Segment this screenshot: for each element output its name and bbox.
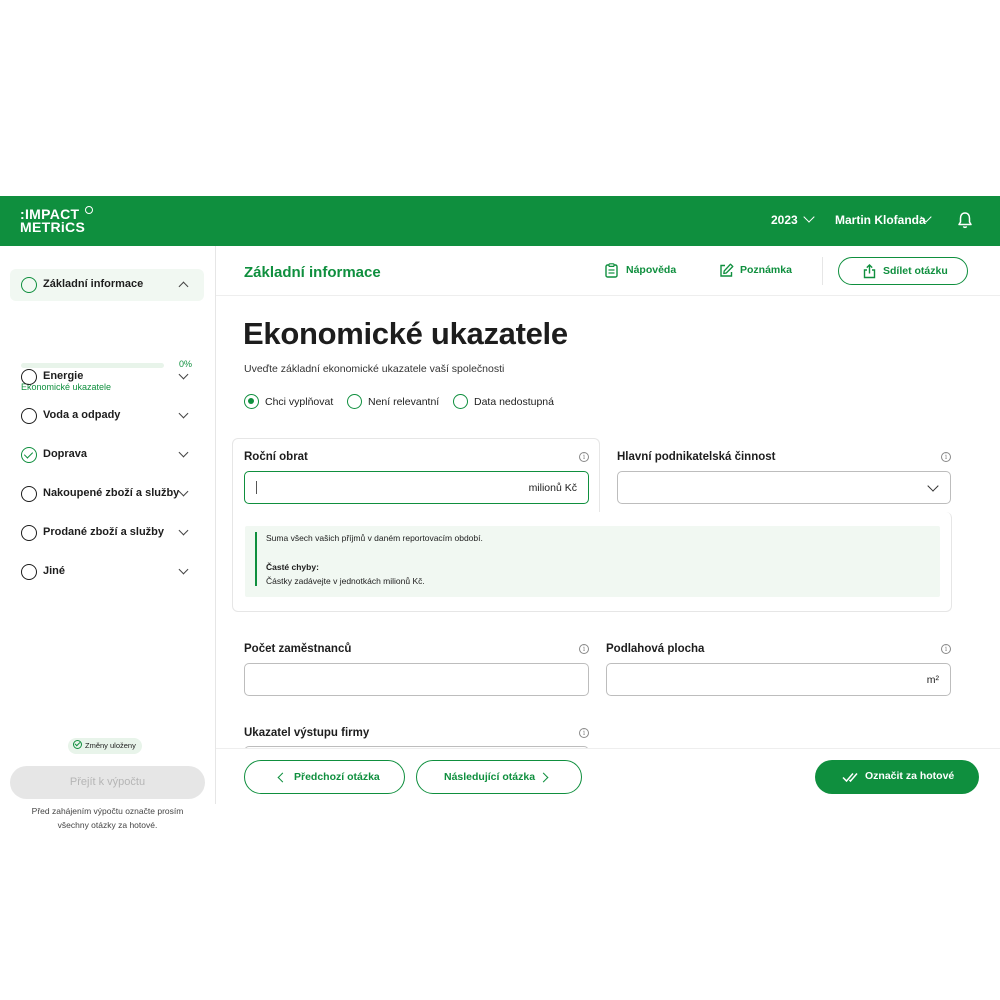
sidebar-item-label: Prodané zboží a služby — [43, 526, 165, 538]
next-label: Následující otázka — [444, 771, 536, 783]
radio-selected-icon — [244, 394, 259, 409]
revenue-unit: milionů Kč — [528, 482, 577, 494]
info-icon[interactable]: i — [941, 452, 951, 462]
chevron-left-icon — [277, 772, 288, 783]
radio-empty-icon — [347, 394, 362, 409]
chevron-down-icon[interactable] — [178, 369, 189, 380]
radio-label: Chci vyplňovat — [265, 396, 334, 408]
calculation-note-line-1: Před zahájením výpočtu označte prosím — [31, 806, 184, 816]
output-label: Ukazatel výstupu firmy — [244, 727, 370, 739]
brand-line-2: METRiCS — [20, 219, 86, 235]
share-question-button[interactable]: Sdílet otázku — [838, 257, 968, 285]
radio-label: Data nedostupná — [474, 396, 554, 408]
chevron-down-icon[interactable] — [178, 447, 189, 458]
previous-question-button[interactable]: Předchozí otázka — [244, 760, 405, 794]
floor-area-label: Podlahová plocha — [606, 643, 705, 655]
floor-area-unit: m² — [926, 674, 939, 686]
year-selector[interactable]: 2023 — [771, 213, 798, 227]
activity-label: Hlavní podnikatelská činnost — [617, 451, 776, 463]
next-question-button[interactable]: Následující otázka — [416, 760, 582, 794]
question-subtitle: Uveďte základní ekonomické ukazatele vaš… — [244, 363, 505, 375]
revenue-label: Roční obrat — [244, 451, 308, 463]
check-circle-icon — [73, 740, 82, 749]
floor-area-input[interactable]: m² — [606, 663, 951, 696]
content-header: Základní informace Nápověda Poznámka Sdí… — [216, 246, 1000, 296]
sidebar: Základní informace 0% Ekonomické ukazate… — [0, 246, 216, 830]
radio-label: Není relevantní — [368, 396, 440, 408]
revenue-input[interactable]: milionů Kč — [244, 471, 589, 504]
go-to-calculation-button[interactable]: Přejít k výpočtu — [10, 766, 205, 799]
sidebar-item-jine[interactable]: Jiné — [10, 556, 204, 588]
sidebar-item-label: Doprava — [43, 448, 88, 460]
chevron-up-icon[interactable] — [178, 281, 189, 292]
status-circle-icon — [21, 486, 37, 502]
status-circle-icon — [21, 277, 37, 293]
status-circle-icon — [21, 564, 37, 580]
sidebar-item-label: Nakoupené zboží a služby — [43, 487, 180, 499]
info-icon[interactable]: i — [579, 644, 589, 654]
employees-input[interactable] — [244, 663, 589, 696]
sidebar-item-label: Jiné — [43, 565, 66, 577]
calculation-note: Před zahájením výpočtu označte prosím vš… — [10, 804, 205, 832]
registered-ring-icon — [85, 206, 93, 214]
sidebar-item-prodane-zbozi[interactable]: Prodané zboží a služby — [10, 517, 204, 549]
radio-empty-icon — [453, 394, 468, 409]
previous-label: Předchozí otázka — [294, 771, 380, 783]
chevron-right-icon — [538, 772, 549, 783]
saved-status-badge: Změny uloženy — [68, 738, 142, 754]
sidebar-item-label: Energie — [43, 370, 84, 382]
app-window: :IMPACT METRiCS 2023 Martin Klofanda Zák… — [0, 196, 1000, 830]
status-circle-icon — [21, 525, 37, 541]
chevron-down-icon[interactable] — [803, 211, 815, 223]
edit-note-icon[interactable] — [719, 263, 734, 278]
activity-select[interactable] — [617, 471, 951, 504]
bell-icon[interactable] — [957, 211, 973, 229]
chevron-down-icon[interactable] — [178, 564, 189, 575]
calculation-note-line-2: všechny otázky za hotové. — [57, 820, 158, 830]
clipboard-icon[interactable] — [605, 263, 618, 278]
question-title: Ekonomické ukazatele — [243, 316, 568, 351]
sidebar-item-energie[interactable]: Energie — [10, 361, 204, 393]
sidebar-item-voda-a-odpady[interactable]: Voda a odpady — [10, 400, 204, 432]
sidebar-item-label: Základní informace — [43, 278, 144, 290]
help-mistakes-title: Časté chyby: — [266, 562, 319, 572]
status-circle-icon — [21, 369, 37, 385]
info-icon[interactable]: i — [579, 452, 589, 462]
question-footer: Předchozí otázka Následující otázka Ozna… — [216, 748, 1000, 804]
sidebar-item-nakoupene-zbozi[interactable]: Nakoupené zboží a služby — [10, 478, 204, 510]
header-divider — [822, 257, 823, 285]
chevron-down-icon[interactable] — [178, 525, 189, 536]
mark-done-button[interactable]: Označit za hotové — [815, 760, 979, 794]
brand-logo[interactable]: :IMPACT METRiCS — [20, 206, 100, 236]
mark-done-label: Označit za hotové — [865, 770, 955, 782]
info-icon[interactable]: i — [579, 728, 589, 738]
status-circle-icon — [21, 408, 37, 424]
share-label: Sdílet otázku — [883, 265, 948, 277]
check-circle-icon — [21, 447, 37, 463]
saved-status-text: Změny uloženy — [85, 741, 136, 750]
help-accent-bar — [255, 532, 257, 586]
help-description: Suma všech vašich příjmů v daném reporto… — [266, 533, 483, 543]
revenue-help-card: Suma všech vašich příjmů v daném reporto… — [232, 512, 952, 612]
help-box: Suma všech vašich příjmů v daném reporto… — [245, 526, 940, 597]
double-check-icon — [842, 773, 858, 783]
note-link[interactable]: Poznámka — [740, 264, 792, 276]
share-icon — [863, 264, 876, 279]
sidebar-item-label: Voda a odpady — [43, 409, 121, 421]
sidebar-item-zakladni-informace[interactable]: Základní informace — [10, 269, 204, 301]
chevron-down-icon[interactable] — [178, 486, 189, 497]
chevron-down-icon — [927, 480, 939, 492]
sidebar-item-doprava[interactable]: Doprava — [10, 439, 204, 471]
info-icon[interactable]: i — [941, 644, 951, 654]
text-caret — [256, 481, 257, 494]
employees-label: Počet zaměstnanců — [244, 643, 352, 655]
user-menu[interactable]: Martin Klofanda — [835, 213, 926, 227]
chevron-down-icon[interactable] — [178, 408, 189, 419]
section-title: Základní informace — [244, 264, 381, 281]
top-bar: :IMPACT METRiCS 2023 Martin Klofanda — [0, 196, 1000, 246]
help-mistakes-text: Částky zadávejte v jednotkách milionů Kč… — [266, 576, 425, 586]
help-link[interactable]: Nápověda — [626, 264, 676, 276]
